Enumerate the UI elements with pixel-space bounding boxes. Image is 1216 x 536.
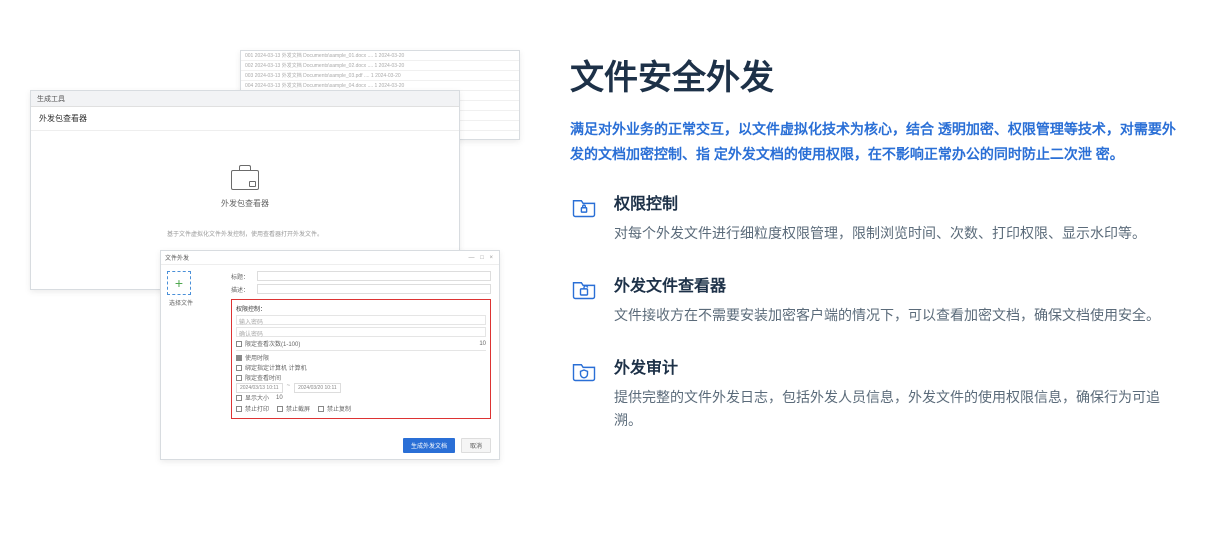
- briefcase-icon: [231, 170, 259, 190]
- panel-subtitle: 外发包查看器: [31, 107, 459, 131]
- input-password-confirm[interactable]: 确认密码: [236, 327, 486, 337]
- checkbox-no-copy[interactable]: [318, 406, 324, 412]
- input-desc[interactable]: [257, 284, 491, 294]
- label-bind-pc: 绑定指定计算机 计算机: [245, 363, 307, 372]
- input-title[interactable]: [257, 271, 491, 281]
- content-panel: 文件安全外发 满足对外业务的正常交互，以文件虚拟化技术为核心，结合 透明加密、权…: [570, 40, 1186, 459]
- group-label: 权限控制：: [236, 304, 486, 313]
- feature-permission-control: 权限控制 对每个外发文件进行细粒度权限管理，限制浏览时间、次数、打印权限、显示水…: [570, 190, 1186, 246]
- input-password[interactable]: 输入密码: [236, 315, 486, 325]
- date-end[interactable]: 2024/03/20 10:11: [294, 383, 341, 393]
- feature-desc: 文件接收方在不需要安装加密客户端的情况下，可以查看加密文档，确保文档使用安全。: [614, 304, 1160, 328]
- illustration-screenshots: 001 2024-03-13 外发文档 Documents\sample_01.…: [30, 40, 500, 459]
- generate-button[interactable]: 生成外发文档: [403, 438, 455, 453]
- label-view-count: 限定查看次数(1-100): [245, 339, 300, 348]
- permission-group: 权限控制： 输入密码 确认密码 限定查看次数(1-100) 10 使用时限: [231, 299, 491, 419]
- label-desc: 描述：: [231, 285, 257, 294]
- checkbox-no-screenshot[interactable]: [277, 406, 283, 412]
- audit-folder-icon: [570, 356, 598, 384]
- table-row: 001 2024-03-13 外发文档 Documents\sample_01.…: [241, 51, 519, 61]
- checkbox-size[interactable]: [236, 395, 242, 401]
- feature-viewer: 外发文件查看器 文件接收方在不需要安装加密客户端的情况下，可以查看加密文档，确保…: [570, 272, 1186, 328]
- page-title: 文件安全外发: [570, 50, 1186, 99]
- checkbox-time-limit[interactable]: [236, 355, 242, 361]
- table-row: 003 2024-03-13 外发文档 Documents\sample_03.…: [241, 71, 519, 81]
- label-time-limit: 使用时限: [245, 353, 269, 362]
- screenshot-outgoing-dialog: 文件外发 — □ × + 选择文件 标题： 描述：: [160, 250, 500, 460]
- label-size: 显示大小: [245, 393, 269, 402]
- label-limit-open-time: 限定查看时间: [245, 373, 281, 382]
- viewer-center-label: 外发包查看器: [221, 198, 269, 209]
- feature-title: 外发文件查看器: [614, 272, 1160, 296]
- label-no-screenshot: 禁止截屏: [286, 404, 310, 413]
- feature-title: 权限控制: [614, 190, 1146, 214]
- window-title: 生成工具: [31, 91, 459, 107]
- checkbox-no-print[interactable]: [236, 406, 242, 412]
- checkbox-bind-pc[interactable]: [236, 365, 242, 371]
- feature-desc: 提供完整的文件外发日志，包括外发人员信息，外发文件的使用权限信息，确保行为可追溯…: [614, 386, 1186, 434]
- add-file-button[interactable]: +: [167, 271, 191, 295]
- label-title: 标题：: [231, 272, 257, 281]
- value-size: 10: [276, 395, 283, 401]
- table-row: 002 2024-03-13 外发文档 Documents\sample_02.…: [241, 61, 519, 71]
- checkbox-limit-open-time[interactable]: [236, 375, 242, 381]
- viewer-folder-icon: [570, 274, 598, 302]
- date-start[interactable]: 2024/03/13 10:11: [236, 383, 283, 393]
- feature-desc: 对每个外发文件进行细粒度权限管理，限制浏览时间、次数、打印权限、显示水印等。: [614, 222, 1146, 246]
- dialog-title-label: 文件外发: [165, 253, 189, 262]
- value-view-count: 10: [479, 341, 486, 347]
- add-file-label: 选择文件: [169, 298, 225, 307]
- feature-title: 外发审计: [614, 354, 1186, 378]
- label-no-print: 禁止打印: [245, 404, 269, 413]
- window-controls: — □ ×: [469, 255, 495, 261]
- lock-folder-icon: [570, 192, 598, 220]
- feature-audit: 外发审计 提供完整的文件外发日志，包括外发人员信息，外发文件的使用权限信息，确保…: [570, 354, 1186, 434]
- label-no-copy: 禁止复制: [327, 404, 351, 413]
- checkbox-view-count[interactable]: [236, 341, 242, 347]
- cancel-button[interactable]: 取消: [461, 438, 491, 453]
- page-description: 满足对外业务的正常交互，以文件虚拟化技术为核心，结合 透明加密、权限管理等技术，…: [570, 117, 1186, 166]
- viewer-center-hint: 基于文件虚拟化文件外发控制，使用查看器打开外发文件。: [167, 229, 323, 238]
